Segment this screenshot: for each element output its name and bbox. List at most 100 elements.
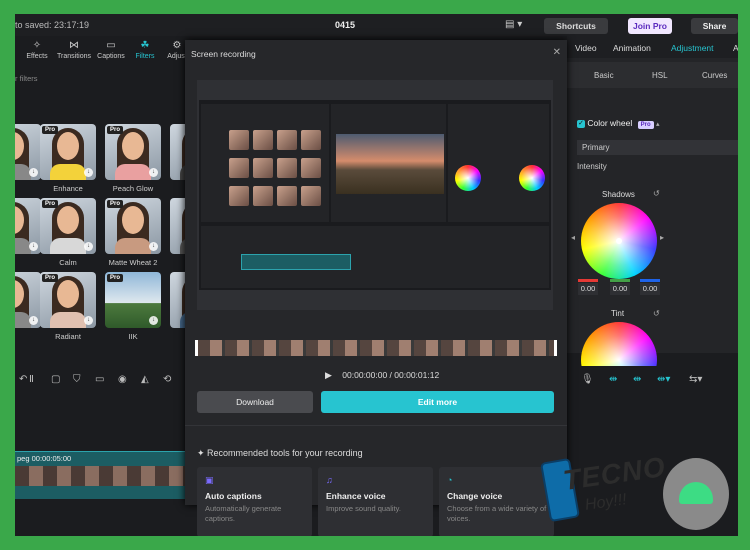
tab-video[interactable]: Video [575,43,597,53]
red-value-bar [578,279,598,282]
close-icon[interactable]: ✕ [553,47,561,58]
change-voice-card[interactable]: ◔ Change voice Choose from a wide variet… [439,467,554,536]
wheel-left-arrow-icon[interactable]: ◂ [571,233,575,242]
tab-animation[interactable]: Animation [613,43,651,53]
reset-shadows-icon[interactable]: ↺ [653,189,660,198]
auto-captions-card[interactable]: ▣ Auto captions Automatically generate c… [197,467,312,536]
filter-search-input[interactable]: r filters [15,74,38,83]
portrait-body [50,238,86,254]
filter-thumb[interactable]: ↓ [15,124,41,180]
tab-more[interactable]: A [733,43,738,53]
green-value[interactable]: 0.00 [610,283,630,295]
filter-thumb[interactable]: ↓ [15,198,41,254]
delete-icon[interactable]: ▢ [51,374,60,385]
playback-row: ▶ 00:00:00:00 / 00:00:01:12 [325,370,439,381]
dialog-title: Screen recording [191,49,256,59]
checkbox-icon[interactable]: ✓ [577,119,585,128]
mini-filter-thumb [301,186,321,206]
mini-filter-thumb [229,130,249,150]
caret-up-icon[interactable]: ▴ [656,121,660,128]
green-value-bar [610,279,630,282]
filter-thumb[interactable]: Pro ↓ [40,272,96,328]
download-icon[interactable]: ↓ [84,316,93,325]
zoom-icon[interactable]: ⇆▾ [689,374,702,385]
record-icon[interactable]: ◉ [118,374,127,385]
portrait-body [115,238,151,254]
color-wheel-toggle[interactable]: ✓ Color wheel Pro ▴ [577,118,660,129]
red-value[interactable]: 0.00 [578,283,598,295]
mini-filter-thumb [277,130,297,150]
enhance-voice-card[interactable]: ♫ Enhance voice Improve sound quality. [318,467,433,536]
mini-clip [241,254,351,270]
download-icon[interactable]: ↓ [149,168,158,177]
pro-badge: Pro [107,274,124,282]
shortcuts-button[interactable]: Shortcuts [544,18,608,34]
card-desc: Automatically generate captions. [205,504,282,523]
filter-thumb[interactable]: Pro ↓ [105,198,161,254]
mini-wheel-2 [519,165,545,191]
mini-wheel-1 [455,165,481,191]
join-pro-button[interactable]: Join Pro [628,18,672,34]
download-icon[interactable]: ↓ [84,242,93,251]
tab-adjustment[interactable]: Adjustment [671,43,714,53]
card-title: Enhance voice [326,491,386,501]
tab-transitions[interactable]: ⋈ Transitions [53,40,95,60]
crop-icon[interactable]: ▭ [95,374,104,385]
magnet-icon[interactable]: ⇹ [633,374,641,385]
video-clip[interactable]: peg 00:00:05:00 [15,451,185,499]
tecnohoy-watermark: TECNO Hoy!!! [540,450,735,532]
divider [185,425,567,426]
inspector-tabs: Video Animation Adjustment A [567,36,738,58]
download-button[interactable]: Download [197,391,313,413]
microphone-icon[interactable]: 🎙 [581,374,594,385]
download-icon[interactable]: ↓ [29,316,38,325]
tab-effects[interactable]: ✧ Effects [17,40,57,60]
primary-select[interactable]: Primary [577,140,738,155]
split-icon[interactable]: Ⅱ [29,374,34,385]
trim-scrubber[interactable] [195,340,557,356]
shadows-label: Shadows [602,190,635,199]
reset-tint-icon[interactable]: ↺ [653,309,660,318]
mini-filter-thumb [229,186,249,206]
left-panel: ♪ts ✧Effects ⋈Transitions ▭Captions ☘Fil… [15,36,226,366]
portrait-face [57,280,79,308]
blue-value[interactable]: 0.00 [640,283,660,295]
portrait-face [57,132,79,160]
rotate-icon[interactable]: ⟲ [163,374,171,385]
mini-filter-thumb [253,158,273,178]
share-button[interactable]: Share [691,18,738,34]
voice-icon: ♫ [326,475,333,485]
watermark-text: TECNO [561,450,668,497]
filter-thumb[interactable]: Pro ↓ [105,272,161,328]
wheel-right-arrow-icon[interactable]: ▸ [660,233,664,242]
card-title: Auto captions [205,491,262,501]
subtab-hsl[interactable]: HSL [652,71,668,80]
download-icon[interactable]: ↓ [29,168,38,177]
pro-badge: Pro [107,200,124,208]
shield-icon[interactable]: ⛉ [73,374,81,385]
play-icon[interactable]: ▶ [325,370,332,380]
link-clips-icon[interactable]: ⇹ [609,374,617,385]
subtab-curves[interactable]: Curves [702,71,727,80]
layout-icon[interactable]: ▤ ▾ [505,19,522,30]
card-title: Change voice [447,491,503,501]
clip-label: peg 00:00:05:00 [17,454,72,463]
shadows-color-wheel[interactable] [581,203,657,279]
edit-more-button[interactable]: Edit more [321,391,554,413]
filter-thumb[interactable]: ↓ [15,272,41,328]
subtab-basic[interactable]: Basic [594,71,614,80]
download-icon[interactable]: ↓ [149,316,158,325]
undo-icon[interactable]: ↶ [19,374,27,385]
filter-thumb[interactable]: Pro ↓ [40,124,96,180]
preview-axis-icon[interactable]: ⇹▾ [657,374,670,385]
download-icon[interactable]: ↓ [84,168,93,177]
download-icon[interactable]: ↓ [29,242,38,251]
filter-thumb[interactable]: Pro ↓ [105,124,161,180]
mirror-icon[interactable]: ◭ [141,374,149,385]
card-desc: Choose from a wide variety of voices. [447,504,547,523]
effects-icon: ✧ [32,40,42,51]
wheel-handle[interactable] [616,238,622,244]
mini-filter-thumb [301,130,321,150]
filter-thumb[interactable]: Pro ↓ [40,198,96,254]
download-icon[interactable]: ↓ [149,242,158,251]
